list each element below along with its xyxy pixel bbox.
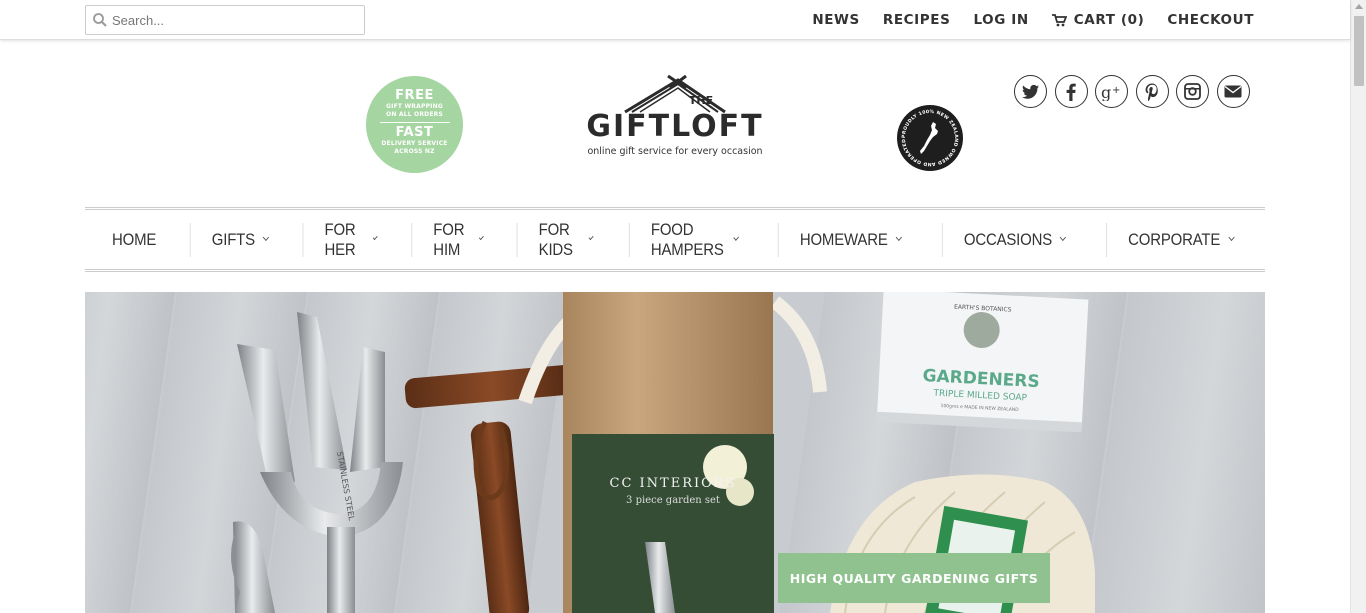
facebook-icon[interactable]	[1054, 75, 1088, 108]
badge-free-text: ON ALL ORDERS	[386, 111, 443, 118]
twitter-icon[interactable]	[1014, 75, 1047, 108]
logo-the: THE	[689, 94, 713, 107]
chevron-down-icon	[1060, 233, 1067, 242]
chevron-down-icon	[734, 234, 740, 241]
svg-text:g: g	[1101, 83, 1111, 101]
login-link[interactable]: LOG IN	[973, 12, 1028, 28]
cart-icon	[1051, 13, 1067, 26]
nav-label: HOMEWARE	[800, 229, 889, 249]
badge-fast-title: FAST	[395, 125, 434, 140]
checkout-link[interactable]: CHECKOUT	[1167, 12, 1254, 28]
social-links: g +	[1014, 75, 1258, 108]
free-shipping-badge: FREE GIFT WRAPPING ON ALL ORDERS FAST DE…	[366, 76, 463, 173]
email-icon[interactable]	[1216, 75, 1250, 108]
recipes-link[interactable]: RECIPES	[883, 12, 951, 28]
cart-label: CART (0)	[1073, 12, 1145, 28]
cart-link[interactable]: CART (0)	[1051, 12, 1145, 28]
logo-brand: GIFTLOFT	[586, 109, 764, 144]
nav-label: HOME	[112, 229, 157, 249]
google-plus-icon[interactable]: g +	[1095, 75, 1129, 108]
chevron-down-icon	[588, 234, 594, 241]
gift-tube: CC INTERIORS 3 piece garden set	[563, 292, 774, 613]
nav-home[interactable]: HOME	[91, 223, 177, 257]
nav-for-him[interactable]: FOR HIM	[410, 219, 504, 259]
nav-gifts[interactable]: GIFTS	[189, 222, 289, 257]
tube-label-title: CC INTERIORS	[610, 476, 737, 491]
scrollbar-thumb[interactable]	[1354, 16, 1364, 86]
badge-fast-text: ACROSS NZ	[394, 148, 435, 155]
nav-label: FOR KIDS	[538, 219, 573, 259]
nz-map-icon	[920, 122, 938, 154]
nav-label: FOOD HAMPERS	[651, 219, 724, 259]
nav-for-her[interactable]: FOR HER	[302, 219, 398, 259]
chevron-down-icon	[895, 233, 903, 242]
chevron-down-icon	[478, 234, 484, 241]
top-bar: NEWS RECIPES LOG IN CART (0) CHECKOUT	[0, 0, 1350, 40]
nz-owned-badge: PROUDLY 100% NEW ZEALAND OWNED AND OPERA…	[897, 105, 963, 171]
nav-for-kids[interactable]: FOR KIDS	[516, 219, 613, 259]
scrollbar[interactable]	[1350, 0, 1366, 613]
instagram-icon[interactable]	[1176, 75, 1210, 108]
search-icon	[93, 13, 107, 27]
nav-homeware[interactable]: HOMEWARE	[778, 222, 922, 257]
news-link[interactable]: NEWS	[812, 12, 860, 28]
hero-image: STAINLESS STEEL CC INTERIORS 3 piece gar…	[85, 292, 1265, 613]
top-nav: NEWS RECIPES LOG IN CART (0) CHECKOUT	[789, 0, 1254, 40]
badge-divider	[379, 122, 450, 123]
hero-banner[interactable]: STAINLESS STEEL CC INTERIORS 3 piece gar…	[85, 292, 1265, 613]
nav-label: OCCASIONS	[964, 229, 1053, 249]
badge-free-title: FREE	[395, 88, 434, 103]
site-logo[interactable]: THE GIFTLOFT online gift service for eve…	[584, 74, 766, 174]
nav-label: GIFTS	[211, 229, 256, 249]
nav-label: CORPORATE	[1128, 229, 1221, 249]
tube-label-sub: 3 piece garden set	[626, 495, 720, 506]
nav-food-hampers[interactable]: FOOD HAMPERS	[629, 219, 759, 259]
pinterest-icon[interactable]	[1135, 75, 1169, 108]
logo-tagline: online gift service for every occasion	[587, 146, 763, 157]
search-box[interactable]	[85, 5, 365, 35]
badge-fast-text: DELIVERY SERVICE	[381, 140, 448, 147]
search-input[interactable]	[112, 6, 362, 34]
soap-box: EARTH'S BOTANICS GARDENERS TRIPLE MILLED…	[876, 292, 1089, 433]
badge-free-text: GIFT WRAPPING	[386, 103, 443, 110]
nav-label: FOR HIM	[432, 219, 464, 259]
svg-text:+: +	[1112, 85, 1120, 96]
nav-occasions[interactable]: OCCASIONS	[942, 222, 1087, 257]
main-nav: HOME GIFTS FOR HER FOR HIM FOR KIDS FOOD…	[85, 207, 1265, 272]
hero-cta-button[interactable]: HIGH QUALITY GARDENING GIFTS	[778, 553, 1050, 603]
chevron-down-icon	[1228, 233, 1235, 242]
scroll-up-arrow-icon[interactable]	[1355, 4, 1363, 9]
nav-label: FOR HER	[324, 219, 356, 259]
chevron-down-icon	[263, 233, 270, 242]
chevron-down-icon	[372, 234, 379, 241]
nav-corporate[interactable]: CORPORATE	[1106, 222, 1254, 257]
